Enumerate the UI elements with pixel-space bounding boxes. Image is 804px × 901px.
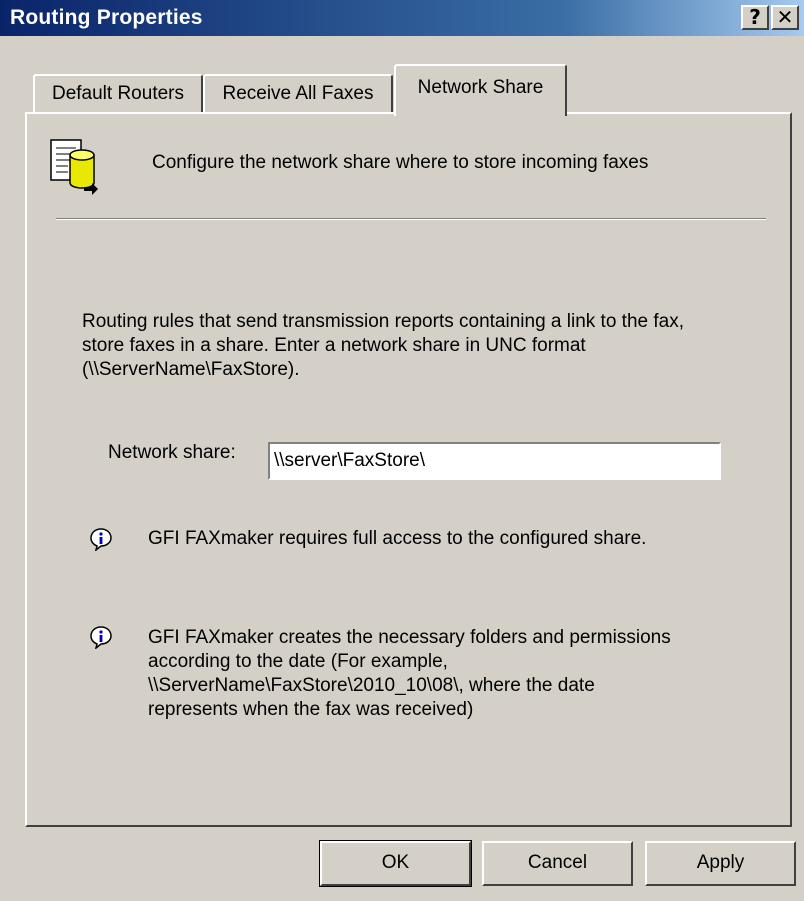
description-line: Routing rules that send transmission rep… — [82, 311, 684, 332]
network-share-label: Network share: — [108, 442, 236, 463]
window-title: Routing Properties — [10, 6, 203, 29]
database-document-icon — [50, 139, 98, 195]
close-button[interactable]: ✕ — [771, 5, 799, 30]
network-share-input[interactable]: \\server\FaxStore\ — [268, 442, 721, 480]
info-message-access: GFI FAXmaker requires full access to the… — [148, 528, 647, 549]
info-line: represents when the fax was received) — [148, 699, 474, 720]
info-line: \\ServerName\FaxStore\2010_10\08\, where… — [148, 675, 595, 696]
tab-panel-network-share: Configure the network share where to sto… — [25, 112, 792, 827]
info-message-folders: GFI FAXmaker creates the necessary folde… — [148, 626, 671, 722]
tab-label: Receive All Faxes — [222, 83, 374, 104]
header-text: Configure the network share where to sto… — [152, 152, 649, 173]
tab-receive-all-faxes[interactable]: Receive All Faxes — [203, 74, 393, 114]
help-button[interactable]: ? — [741, 5, 769, 30]
info-icon — [90, 626, 112, 649]
info-line: according to the date (For example, — [148, 651, 448, 672]
cancel-button[interactable]: Cancel — [482, 841, 633, 886]
info-line: GFI FAXmaker creates the necessary folde… — [148, 627, 671, 648]
tab-label: Network Share — [417, 77, 544, 98]
title-bar[interactable]: Routing Properties ? ✕ — [0, 0, 804, 36]
ok-button[interactable]: OK — [319, 840, 472, 887]
apply-button[interactable]: Apply — [645, 841, 796, 886]
description: Routing rules that send transmission rep… — [82, 310, 772, 382]
info-icon — [90, 528, 112, 551]
separator — [56, 218, 766, 220]
description-line: (\\ServerName\FaxStore). — [82, 359, 300, 380]
tab-network-share[interactable]: Network Share — [394, 64, 567, 116]
description-line: store faxes in a share. Enter a network … — [82, 335, 586, 356]
tab-label: Default Routers — [51, 83, 184, 104]
tab-default-routers[interactable]: Default Routers — [33, 74, 203, 114]
